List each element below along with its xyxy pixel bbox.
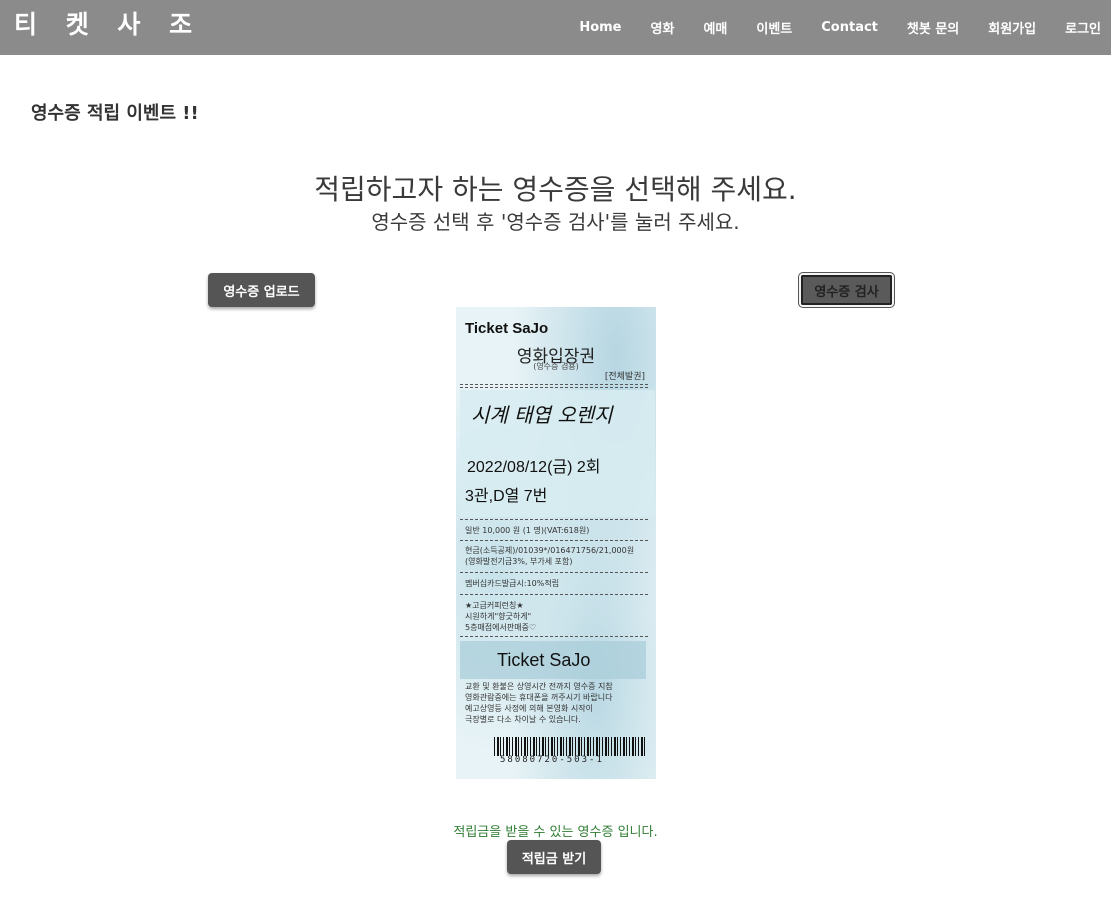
upload-receipt-button[interactable]: 영수증 업로드 [208, 273, 315, 307]
receipt-notice-line: 극장별로 다소 차이날 수 있습니다. [465, 715, 581, 724]
receipt-notice-line: 교환 및 환불은 상영시간 전까지 영수증 지참 [465, 682, 613, 691]
check-receipt-button[interactable]: 영수증 검사 [799, 273, 894, 307]
nav-contact[interactable]: Contact [821, 20, 878, 35]
receipt-payment-line: 현금(소득공제)/01039*/016471756/21,000원 [465, 546, 635, 555]
receipt-divider [460, 519, 648, 520]
receipt-membership: 멤버십카드발급시:10%적립 [465, 579, 560, 588]
claim-points-button[interactable]: 적립금 받기 [507, 840, 601, 874]
receipt-issue: [전체발권] [604, 372, 645, 382]
receipt-divider [460, 387, 648, 388]
receipt-brand: Ticket SaJo [465, 320, 549, 337]
receipt-notice-line: 예고상영등 사정에 의해 본영화 시작이 [465, 704, 593, 713]
receipt-divider [460, 384, 648, 385]
receipt-divider [460, 572, 648, 573]
nav-event[interactable]: 이벤트 [756, 18, 792, 37]
receipt-barcode-number: 58080720-503-1 [500, 755, 604, 765]
receipt-divider [460, 594, 648, 595]
receipt-notice-line: 영화관람중에는 휴대폰을 꺼주시기 바랍니다 [465, 693, 613, 702]
receipt-seat: 3관,D열 7번 [465, 488, 548, 505]
receipt-image: Ticket SaJo 영화입장권 (영수증 겸용) [전체발권] 시계 태엽 … [456, 307, 656, 779]
event-title: 영수증 적립 이벤트 !! [31, 103, 199, 124]
receipt-payment-line: (영화발전기금3%, 부가세 포함) [465, 557, 573, 566]
nav-signup[interactable]: 회원가입 [988, 18, 1036, 37]
nav-movie[interactable]: 영화 [651, 18, 675, 37]
receipt-movie-title: 시계 태엽 오렌지 [471, 403, 613, 427]
page-headline: 적립하고자 하는 영수증을 선택해 주세요. [314, 173, 797, 206]
brand-logo[interactable]: 티 켓 사 조 [14, 8, 202, 42]
receipt-barcode [494, 737, 646, 756]
page-subline: 영수증 선택 후 '영수증 검사'를 눌러 주세요. [371, 210, 740, 234]
receipt-promo-line: 5층매점에서판매중♡ [465, 623, 537, 632]
receipt-divider [460, 540, 648, 541]
receipt-footer-brand: Ticket SaJo [497, 650, 591, 670]
navbar: 티 켓 사 조 Home 영화 예매 이벤트 Contact 챗봇 문의 회원가… [0, 0, 1111, 55]
receipt-date: 2022/08/12(금) 2회 [467, 459, 601, 476]
receipt-promo-line: ★고급커피런칭★ [465, 601, 524, 610]
nav-home[interactable]: Home [579, 20, 621, 35]
nav-login[interactable]: 로그인 [1065, 18, 1101, 37]
nav-booking[interactable]: 예매 [703, 18, 727, 37]
result-message: 적립금을 받을 수 있는 영수증 입니다. [453, 825, 658, 840]
nav-links: Home 영화 예매 이벤트 Contact 챗봇 문의 회원가입 로그인 [550, 0, 1101, 55]
receipt-price: 일반 10,000 원 (1 명)(VAT:618원) [465, 526, 590, 535]
nav-chatbot[interactable]: 챗봇 문의 [907, 18, 959, 37]
receipt-divider [460, 636, 648, 637]
receipt-promo-line: 시원하게"향긋하게" [465, 612, 532, 621]
